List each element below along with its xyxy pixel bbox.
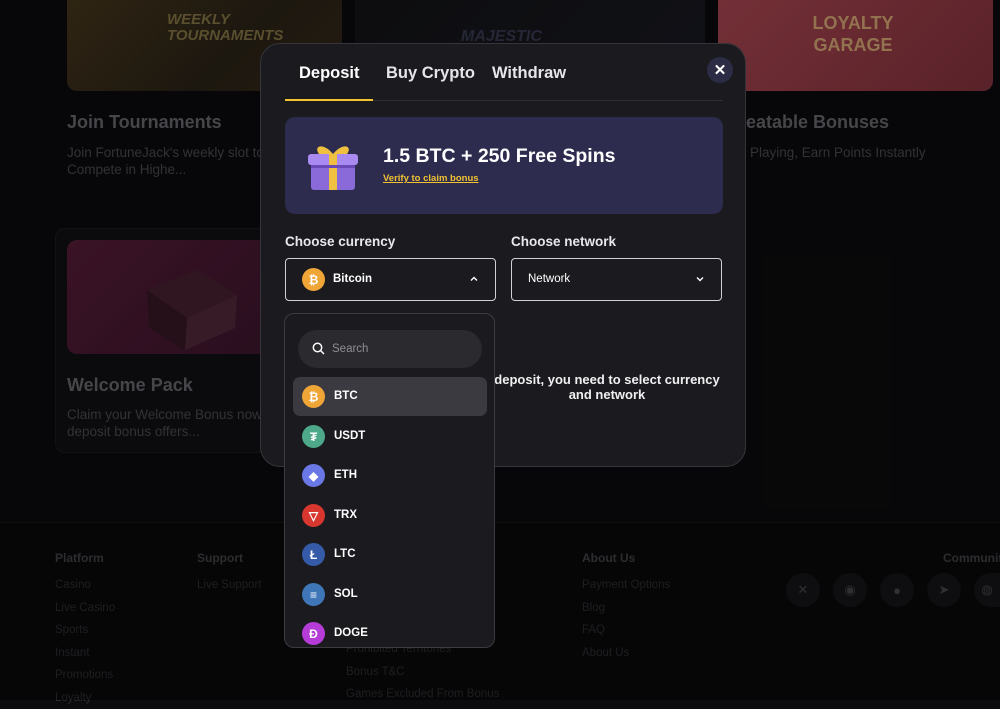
- search-icon: [312, 342, 325, 355]
- bonus-title: 1.5 BTC + 250 Free Spins: [383, 145, 615, 168]
- search-box: [298, 330, 482, 368]
- currency-option-sol[interactable]: ≡ SOL: [293, 575, 487, 614]
- bitcoin-icon: ₿: [302, 268, 325, 291]
- network-select[interactable]: Network: [511, 258, 722, 301]
- doge-icon: Ð: [302, 622, 325, 645]
- deposit-info-text: deposit, you need to select currency and…: [487, 372, 727, 402]
- litecoin-icon: Ł: [302, 543, 325, 566]
- currency-option-eth[interactable]: ◆ ETH: [293, 456, 487, 495]
- currency-select[interactable]: ₿ Bitcoin: [285, 258, 496, 301]
- active-tab-indicator: [285, 99, 373, 101]
- network-value: Network: [528, 273, 570, 285]
- currency-option-doge[interactable]: Ð DOGE: [293, 614, 487, 653]
- currency-option-usdt[interactable]: ₮ USDT: [293, 417, 487, 456]
- tron-icon: ▽: [302, 504, 325, 527]
- chevron-up-icon: [469, 274, 479, 284]
- bonus-banner: 1.5 BTC + 250 Free Spins Verify to claim…: [285, 117, 723, 214]
- search-input[interactable]: [330, 339, 470, 359]
- tether-icon: ₮: [302, 425, 325, 448]
- tab-withdraw[interactable]: Withdraw: [492, 64, 566, 83]
- tab-buy-crypto[interactable]: Buy Crypto: [386, 64, 475, 83]
- verify-bonus-link[interactable]: Verify to claim bonus: [383, 173, 479, 184]
- tab-deposit[interactable]: Deposit: [299, 64, 360, 83]
- modal-tabs: Deposit Buy Crypto Withdraw: [285, 44, 723, 101]
- ethereum-icon: ◆: [302, 464, 325, 487]
- currency-value: Bitcoin: [333, 273, 372, 285]
- currency-option-ltc[interactable]: Ł LTC: [293, 535, 487, 574]
- bitcoin-icon: ₿: [302, 385, 325, 408]
- gift-icon: [305, 138, 361, 194]
- currency-option-trx[interactable]: ▽ TRX: [293, 496, 487, 535]
- chevron-down-icon: [695, 274, 705, 284]
- currency-label: Choose currency: [285, 234, 395, 249]
- network-label: Choose network: [511, 234, 616, 249]
- currency-dropdown: ₿ BTC ₮ USDT ◆ ETH ▽ TRX Ł LTC ≡ SOL Ð D…: [284, 313, 495, 648]
- solana-icon: ≡: [302, 583, 325, 606]
- close-button[interactable]: ✕: [707, 57, 733, 83]
- currency-option-btc[interactable]: ₿ BTC: [293, 377, 487, 416]
